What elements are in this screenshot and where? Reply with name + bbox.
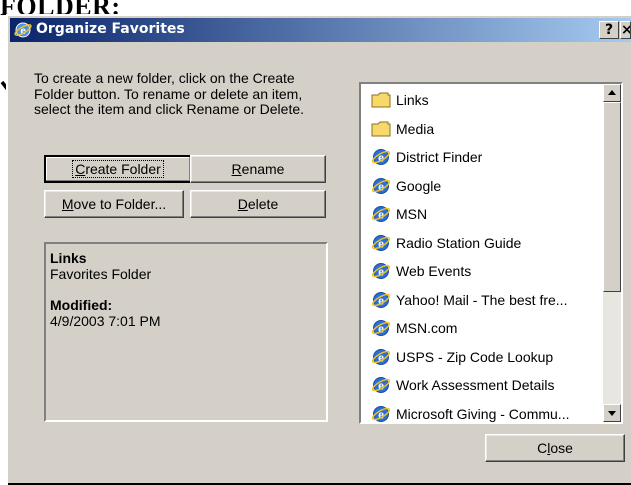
list-item-label: Google <box>396 177 442 194</box>
scroll-up-button[interactable] <box>603 84 621 102</box>
title-bar[interactable]: e Organize Favorites ? × <box>10 18 631 42</box>
list-item-label: Microsoft Giving - Commu... <box>396 405 570 422</box>
close-button[interactable]: Close <box>485 434 625 462</box>
modified-label: Modified: <box>50 297 113 313</box>
modified-value: 4/9/2003 7:01 PM <box>50 313 161 329</box>
item-info-panel: Links Favorites Folder Modified: 4/9/200… <box>44 242 328 422</box>
arrow-down-icon <box>608 411 616 416</box>
list-item-label: District Finder <box>396 149 483 165</box>
ie-icon: e <box>371 320 391 336</box>
list-item-label: Work Assessment Details <box>396 377 555 393</box>
ie-icon: e <box>371 149 391 165</box>
vertical-scrollbar[interactable] <box>603 84 621 422</box>
arrow-up-icon <box>608 90 616 95</box>
list-item[interactable]: e Web Events <box>371 258 471 284</box>
list-item[interactable]: e MSN.com <box>371 315 457 341</box>
ie-icon: e <box>371 405 391 422</box>
list-item-label: Media <box>396 120 435 137</box>
scroll-thumb[interactable] <box>603 102 621 292</box>
close-window-button[interactable]: × <box>620 21 631 39</box>
folder-icon <box>371 92 391 108</box>
help-button[interactable]: ? <box>599 21 619 39</box>
list-item-label: Links <box>396 92 429 108</box>
delete-button[interactable]: Delete <box>190 190 326 218</box>
list-item[interactable]: e Google <box>371 173 441 199</box>
move-to-folder-button[interactable]: Move to Folder... <box>44 190 184 218</box>
list-item[interactable]: Media <box>371 116 434 142</box>
ie-icon: e <box>371 234 391 251</box>
ie-icon: e <box>371 348 391 365</box>
ie-icon: e <box>14 22 32 38</box>
create-folder-button[interactable]: Create Folder <box>44 155 192 183</box>
window-title: Organize Favorites <box>36 21 185 37</box>
list-item-label: Yahoo! Mail - The best fre... <box>396 291 568 308</box>
list-item-label: Radio Station Guide <box>396 234 522 251</box>
list-item-label: Web Events <box>396 263 472 279</box>
ie-icon: e <box>371 177 391 194</box>
list-item[interactable]: e USPS - Zip Code Lookup <box>371 344 553 370</box>
ie-icon: e <box>371 206 391 222</box>
list-item[interactable]: e MSN <box>371 201 427 227</box>
list-item-label: MSN.com <box>396 320 458 336</box>
list-item-label: MSN <box>396 206 428 222</box>
organize-favorites-dialog: e Organize Favorites ? × To create a new… <box>6 14 631 485</box>
ie-icon: e <box>371 377 391 393</box>
item-type: Favorites Folder <box>50 266 152 282</box>
favorites-list[interactable]: Links Media e District Finder e Google e MSN e Ra… <box>359 82 623 424</box>
list-item[interactable]: e Work Assessment Details <box>371 372 554 398</box>
scroll-down-button[interactable] <box>603 404 621 422</box>
list-item[interactable]: Links <box>371 87 429 113</box>
list-item[interactable]: e District Finder <box>371 144 482 170</box>
list-item[interactable]: e Radio Station Guide <box>371 230 521 256</box>
list-item-label: USPS - Zip Code Lookup <box>396 348 554 365</box>
ie-icon: e <box>371 291 391 308</box>
folder-icon <box>371 121 391 136</box>
list-item[interactable]: e Microsoft Giving - Commu... <box>371 401 570 423</box>
instructions-text: To create a new folder, click on the Cre… <box>34 70 305 117</box>
rename-button[interactable]: Rename <box>190 155 326 183</box>
list-item[interactable]: e Yahoo! Mail - The best fre... <box>371 287 567 313</box>
item-name: Links <box>50 250 87 266</box>
ie-icon: e <box>371 263 391 279</box>
